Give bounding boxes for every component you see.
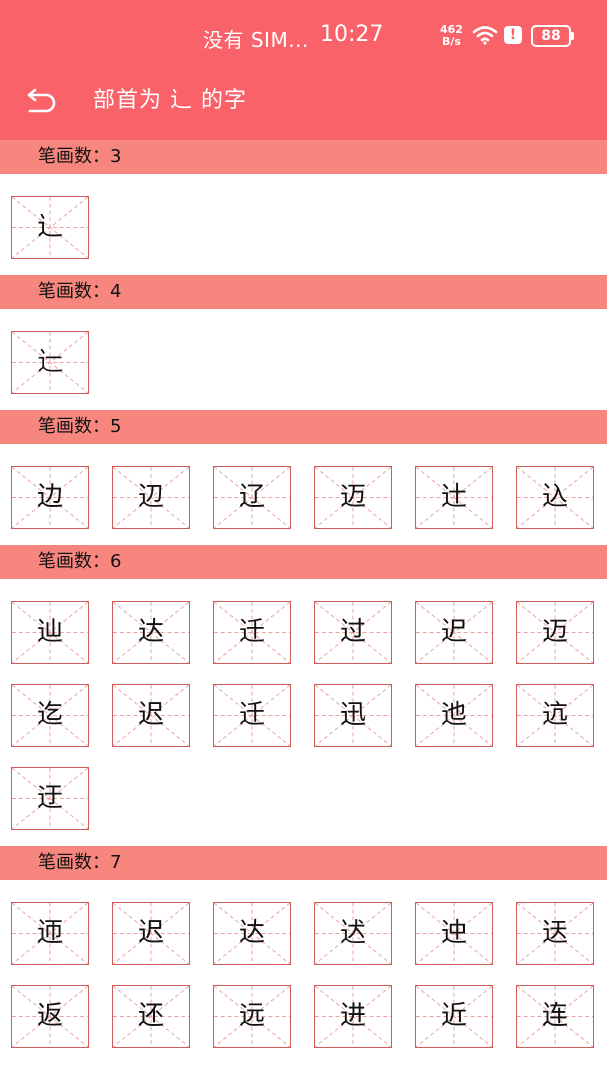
- char-text: 近: [440, 1001, 467, 1031]
- char-cell[interactable]: 还: [112, 985, 190, 1048]
- char-cell[interactable]: 辿: [11, 601, 89, 664]
- char-text: 过: [339, 617, 366, 647]
- app-bar: 没有 SIM... 10:27 462 B/s ! 88 部首为 辶 的字: [0, 0, 607, 140]
- char-cell[interactable]: 进: [314, 985, 392, 1048]
- back-button[interactable]: [22, 86, 62, 118]
- stroke-count-header: 笔画数：3: [0, 140, 607, 174]
- char-cell[interactable]: 迚: [415, 902, 493, 965]
- char-text: 迉: [440, 617, 467, 647]
- char-grid: 辶: [0, 174, 607, 275]
- char-text: 迈: [339, 482, 366, 512]
- char-text: 迆: [440, 700, 467, 730]
- char-cell[interactable]: 达: [112, 601, 190, 664]
- char-text: 辻: [440, 482, 467, 512]
- char-cell[interactable]: 迟: [112, 902, 190, 965]
- char-cell[interactable]: 辺: [112, 466, 190, 529]
- char-list: 笔画数：3 辶笔画数：4 辷笔画数：5 边辺辽迈辻込笔画数：6 辿达迁过迉迈迄迟迁迅迆迒…: [0, 140, 607, 1064]
- char-grid: 迊 迟 达 迖 迚 迗返 还 远 进 近 连: [0, 880, 607, 1064]
- char-text: 迟: [137, 700, 164, 730]
- char-text: 辶: [36, 212, 63, 242]
- char-cell[interactable]: 迈: [314, 466, 392, 529]
- char-text: 远: [238, 1001, 265, 1031]
- char-text: 込: [541, 482, 568, 512]
- char-text: 迊: [36, 918, 63, 948]
- char-text: 辿: [36, 617, 63, 647]
- char-cell[interactable]: 达: [213, 902, 291, 965]
- char-text: 迁: [238, 700, 265, 730]
- status-bar: 没有 SIM... 10:27 462 B/s ! 88: [0, 22, 607, 54]
- char-text: 迁: [238, 617, 265, 647]
- char-cell[interactable]: 连: [516, 985, 594, 1048]
- char-text: 迄: [36, 700, 63, 730]
- char-text: 迅: [339, 700, 366, 730]
- char-cell[interactable]: 迉: [415, 601, 493, 664]
- char-text: 还: [137, 1001, 164, 1031]
- back-arrow-icon: [27, 88, 56, 113]
- char-cell[interactable]: 辽: [213, 466, 291, 529]
- stroke-count-header: 笔画数：6: [0, 545, 607, 579]
- char-text: 辽: [238, 482, 265, 512]
- char-cell[interactable]: 迗: [516, 902, 594, 965]
- char-cell[interactable]: 迈: [516, 601, 594, 664]
- char-grid: 辷: [0, 309, 607, 410]
- char-cell[interactable]: 迁: [213, 601, 291, 664]
- char-cell[interactable]: 迒: [516, 684, 594, 747]
- char-text: 迚: [440, 918, 467, 948]
- char-text: 辷: [36, 347, 63, 377]
- char-grid: 辿达迁过迉迈迄迟迁迅迆迒迂: [0, 579, 607, 846]
- char-text: 边: [36, 482, 63, 512]
- char-cell[interactable]: 迅: [314, 684, 392, 747]
- char-text: 迈: [541, 617, 568, 647]
- char-text: 迖: [339, 918, 366, 948]
- char-text: 返: [36, 1001, 63, 1031]
- stroke-count-header: 笔画数：4: [0, 275, 607, 309]
- char-text: 迟: [137, 918, 164, 948]
- char-cell[interactable]: 迖: [314, 902, 392, 965]
- char-text: 迂: [36, 783, 63, 813]
- char-text: 达: [137, 617, 164, 647]
- clock: 10:27: [320, 22, 384, 47]
- char-cell[interactable]: 过: [314, 601, 392, 664]
- char-cell[interactable]: 迁: [213, 684, 291, 747]
- stroke-count-header: 笔画数：7: [0, 846, 607, 880]
- battery-tip: [571, 32, 574, 40]
- stroke-count-header: 笔画数：5: [0, 410, 607, 444]
- char-text: 进: [339, 1001, 366, 1031]
- char-cell[interactable]: 辷: [11, 331, 89, 394]
- char-cell[interactable]: 迊: [11, 902, 89, 965]
- char-text: 迗: [541, 918, 568, 948]
- net-speed-unit: B/s: [442, 35, 461, 48]
- char-cell[interactable]: 边: [11, 466, 89, 529]
- net-speed: 462 B/s: [440, 24, 463, 48]
- char-cell[interactable]: 返: [11, 985, 89, 1048]
- char-cell[interactable]: 远: [213, 985, 291, 1048]
- char-cell[interactable]: 迟: [112, 684, 190, 747]
- char-cell[interactable]: 迂: [11, 767, 89, 830]
- char-cell[interactable]: 込: [516, 466, 594, 529]
- alert-icon: !: [504, 26, 522, 44]
- char-cell[interactable]: 辶: [11, 196, 89, 259]
- char-cell[interactable]: 迆: [415, 684, 493, 747]
- char-text: 达: [238, 918, 265, 948]
- char-text: 辺: [137, 482, 164, 512]
- char-cell[interactable]: 近: [415, 985, 493, 1048]
- char-grid: 边辺辽迈辻込: [0, 444, 607, 545]
- char-cell[interactable]: 辻: [415, 466, 493, 529]
- battery-icon: 88: [531, 25, 571, 47]
- char-text: 迒: [541, 700, 568, 730]
- page-title: 部首为 辶 的字: [93, 88, 247, 113]
- carrier-text: 没有 SIM...: [203, 28, 309, 52]
- wifi-icon: [472, 25, 498, 49]
- char-text: 连: [541, 1001, 568, 1031]
- char-cell[interactable]: 迄: [11, 684, 89, 747]
